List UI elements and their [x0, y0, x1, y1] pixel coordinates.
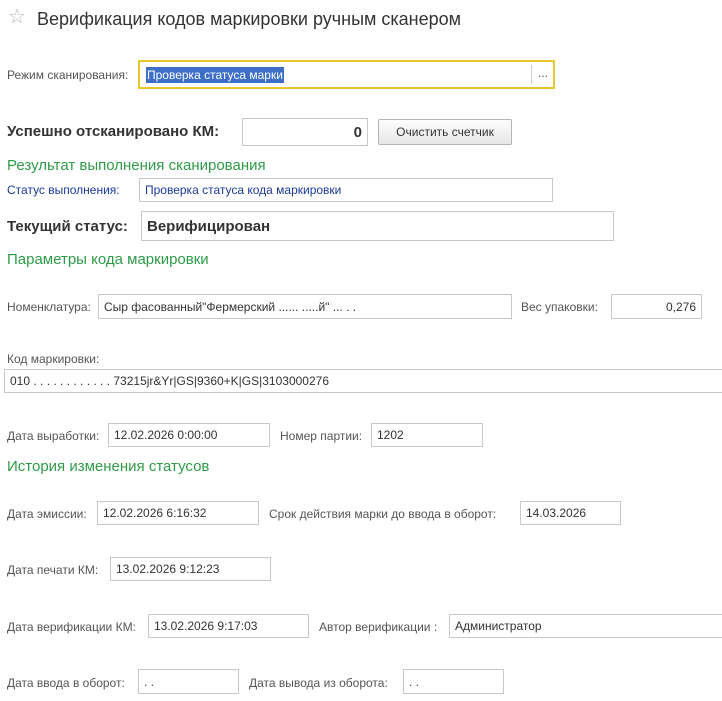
scan-mode-choose-button[interactable]: ... [533, 64, 553, 85]
scanned-count-field: 0 [242, 118, 368, 146]
current-status-label: Текущий статус: [7, 218, 128, 235]
scan-mode-label: Режим сканирования: [7, 68, 129, 82]
mark-expiry-field[interactable]: 14.03.2026 [520, 501, 621, 525]
clear-counter-button[interactable]: Очистить счетчик [378, 119, 512, 145]
circulation-out-date-label: Дата вывода из оборота: [249, 676, 388, 690]
circulation-out-date-field[interactable]: . . [403, 669, 504, 694]
circulation-in-date-field[interactable]: . . [138, 669, 239, 694]
execution-status-field: Проверка статуса кода маркировки [139, 178, 553, 202]
print-date-label: Дата печати КМ: [7, 563, 99, 577]
code-params-section-title: Параметры кода маркировки [7, 251, 209, 268]
print-date-field[interactable]: 13.02.2026 9:12:23 [110, 557, 271, 581]
scan-result-section-title: Результат выполнения сканирования [7, 157, 266, 174]
verification-author-field[interactable]: Администратор [449, 614, 722, 638]
batch-number-label: Номер партии: [280, 429, 363, 443]
star-icon[interactable]: ☆ [8, 6, 26, 28]
execution-status-label: Статус выполнения: [7, 183, 120, 197]
marking-code-field[interactable]: 010 . . . . . . . . . . . . 73215jr&Yr|G… [4, 369, 722, 393]
scan-mode-value: Проверка статуса марки [146, 67, 284, 83]
production-date-label: Дата выработки: [7, 429, 100, 443]
scanned-count-label: Успешно отсканировано КМ: [7, 123, 220, 140]
emission-date-label: Дата эмиссии: [7, 507, 87, 521]
batch-number-field[interactable]: 1202 [371, 423, 483, 447]
nomenclature-label: Номенклатура: [7, 300, 91, 314]
emission-date-field[interactable]: 12.02.2026 6:16:32 [97, 501, 259, 525]
mark-expiry-label: Срок действия марки до ввода в оборот: [269, 507, 497, 521]
history-section-title: История изменения статусов [7, 458, 210, 475]
verification-date-field[interactable]: 13.02.2026 9:17:03 [148, 614, 309, 638]
package-weight-label: Вес упаковки: [521, 300, 598, 314]
circulation-in-date-label: Дата ввода в оборот: [7, 676, 125, 690]
nomenclature-field[interactable]: Сыр фасованный"Фермерский ...... .....й"… [98, 294, 512, 319]
verification-date-label: Дата верификации КМ: [7, 620, 136, 634]
current-status-field: Верифицирован [141, 211, 614, 241]
scan-mode-separator [531, 65, 532, 84]
production-date-field[interactable]: 12.02.2026 0:00:00 [108, 423, 270, 447]
marking-code-label: Код маркировки: [7, 352, 100, 366]
package-weight-field: 0,276 [611, 294, 702, 319]
verification-author-label: Автор верификации : [319, 620, 438, 634]
page-title: Верификация кодов маркировки ручным скан… [37, 9, 462, 29]
scan-mode-field[interactable]: Проверка статуса марки ... [138, 60, 555, 89]
